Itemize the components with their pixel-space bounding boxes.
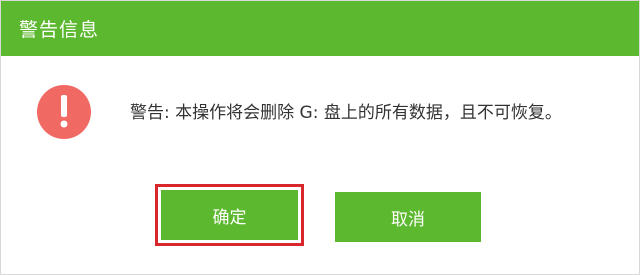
- warning-dialog: 警告信息 警告: 本操作将会删除 G: 盘上的所有数据，且不可恢复。 确定 取消: [0, 0, 640, 275]
- exclamation-icon: [37, 85, 91, 139]
- cancel-button[interactable]: 取消: [335, 192, 481, 242]
- confirm-button[interactable]: 确定: [161, 190, 298, 240]
- warning-message: 警告: 本操作将会删除 G: 盘上的所有数据，且不可恢复。: [130, 103, 562, 123]
- dialog-title: 警告信息: [19, 19, 100, 41]
- dialog-title-bar[interactable]: 警告信息: [1, 1, 639, 56]
